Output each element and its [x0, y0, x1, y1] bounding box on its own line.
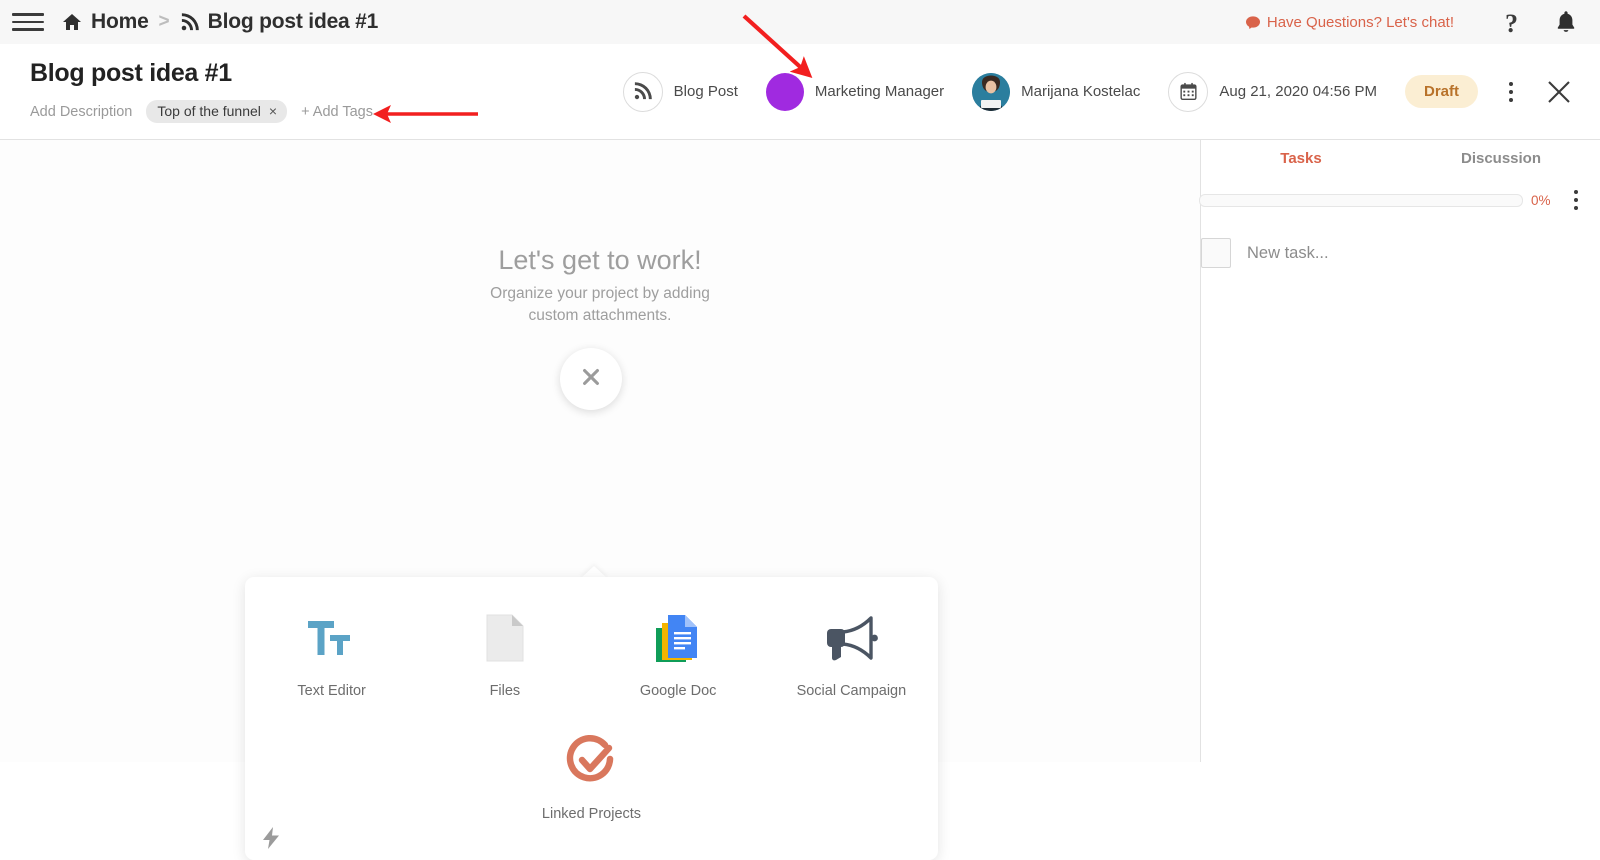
hamburger-bar [12, 13, 44, 16]
tab-discussion[interactable]: Discussion [1401, 150, 1600, 167]
attachment-option-files[interactable]: Files [418, 609, 591, 699]
breadcrumb-current-page: Blog post idea #1 [207, 10, 379, 33]
attachment-label: Text Editor [297, 683, 366, 699]
attachment-option-linked-projects[interactable]: Linked Projects [507, 732, 677, 822]
hamburger-bar [12, 28, 44, 31]
chat-support-link[interactable]: Have Questions? Let's chat! [1245, 0, 1454, 44]
speech-bubble-icon [1245, 15, 1260, 29]
due-date-label: Aug 21, 2020 04:56 PM [1219, 83, 1377, 100]
role-avatar [765, 72, 804, 111]
attachment-label: Google Doc [639, 683, 717, 699]
status-badge[interactable]: Draft [1404, 75, 1478, 108]
attachment-type-panel: Text Editor Files Google Doc Social Camp… [245, 577, 938, 860]
add-tags-button[interactable]: + Add Tags [301, 104, 373, 120]
attachment-row-primary: Text Editor Files Google Doc Social Camp… [245, 609, 938, 699]
assigned-user-label: Marijana Kostelac [1021, 83, 1141, 100]
attachment-label: Files [489, 683, 521, 699]
attachment-row-secondary: Linked Projects [245, 732, 938, 822]
page-title: Blog post idea #1 [30, 59, 232, 87]
rss-icon [180, 12, 199, 32]
help-icon[interactable]: ? [1505, 9, 1518, 39]
add-description-button[interactable]: Add Description [30, 104, 132, 120]
tab-tasks[interactable]: Tasks [1201, 150, 1401, 167]
new-task-row: New task... [1201, 238, 1600, 268]
kebab-dot [1509, 89, 1513, 94]
due-date-selector[interactable]: Aug 21, 2020 04:56 PM [1168, 71, 1377, 112]
close-attachment-menu-button[interactable] [560, 348, 622, 410]
project-canvas: Let's get to work! Organize your project… [0, 140, 1200, 860]
assigned-role-selector[interactable]: Marketing Manager [765, 72, 945, 111]
task-list-kebab-menu-icon[interactable] [1565, 190, 1587, 210]
attachment-option-google-doc[interactable]: Google Doc [592, 609, 765, 699]
check-circle-icon [564, 732, 620, 790]
breadcrumb: Home > Blog post idea #1 [62, 10, 378, 34]
sidebar-tabs: Tasks Discussion [1201, 150, 1600, 167]
assigned-user-selector[interactable]: Marijana Kostelac [972, 72, 1141, 111]
tag-chip[interactable]: Top of the funnel × [146, 100, 288, 123]
google-doc-icon [652, 609, 704, 667]
empty-state-title: Let's get to work! [498, 245, 702, 275]
hamburger-menu-icon[interactable] [10, 9, 46, 35]
attachment-option-text-editor[interactable]: Text Editor [245, 609, 418, 699]
close-icon [580, 366, 602, 393]
breadcrumb-separator-icon: > [158, 11, 170, 32]
task-progress-row: 0% [1199, 190, 1600, 210]
close-icon[interactable] [1546, 79, 1572, 105]
tag-remove-icon[interactable]: × [269, 103, 277, 119]
hamburger-bar [12, 20, 44, 24]
document-header: Blog post idea #1 Add Description Top of… [0, 44, 1600, 140]
lightning-bolt-icon[interactable] [260, 826, 282, 850]
checkbox-empty-icon[interactable] [1201, 238, 1231, 268]
breadcrumb-home[interactable]: Home [91, 10, 149, 34]
empty-state-subtitle: Organize your project by adding custom a… [0, 283, 1200, 327]
chat-support-label: Have Questions? Let's chat! [1266, 13, 1454, 31]
assigned-role-label: Marketing Manager [814, 83, 945, 100]
progress-bar[interactable] [1199, 193, 1523, 207]
attachment-label: Social Campaign [796, 683, 907, 699]
attachment-label: Linked Projects [541, 806, 642, 822]
avatar [972, 72, 1011, 111]
document-meta-row: Add Description Top of the funnel × + Ad… [30, 100, 373, 123]
content-type-label: Blog Post [673, 83, 738, 100]
progress-percent-label: 0% [1531, 192, 1551, 208]
home-icon [62, 12, 82, 32]
top-navigation-bar: Home > Blog post idea #1 Have Questions?… [0, 0, 1600, 45]
empty-state-subtitle-line1: Organize your project by adding [490, 285, 710, 302]
kebab-dot [1509, 97, 1513, 102]
content-type-selector[interactable]: Blog Post [622, 71, 738, 112]
bell-icon[interactable] [1554, 9, 1578, 35]
kebab-dot [1574, 198, 1578, 202]
text-editor-icon [306, 609, 358, 667]
kebab-dot [1574, 206, 1578, 210]
new-task-input[interactable]: New task... [1247, 244, 1329, 263]
empty-state-subtitle-line2: custom attachments. [528, 307, 672, 324]
rss-icon [622, 71, 663, 112]
document-toolbar: Blog Post Marketing Manager Marijana Kos… [622, 44, 1600, 139]
file-icon [485, 609, 525, 667]
megaphone-icon [821, 609, 881, 667]
kebab-dot [1509, 81, 1513, 86]
right-sidebar: Tasks Discussion 0% New task... [1199, 140, 1600, 762]
calendar-icon [1168, 71, 1209, 112]
kebab-menu-icon[interactable] [1500, 79, 1522, 105]
kebab-dot [1574, 190, 1578, 194]
tag-label: Top of the funnel [157, 103, 261, 119]
attachment-option-social-campaign[interactable]: Social Campaign [765, 609, 938, 699]
